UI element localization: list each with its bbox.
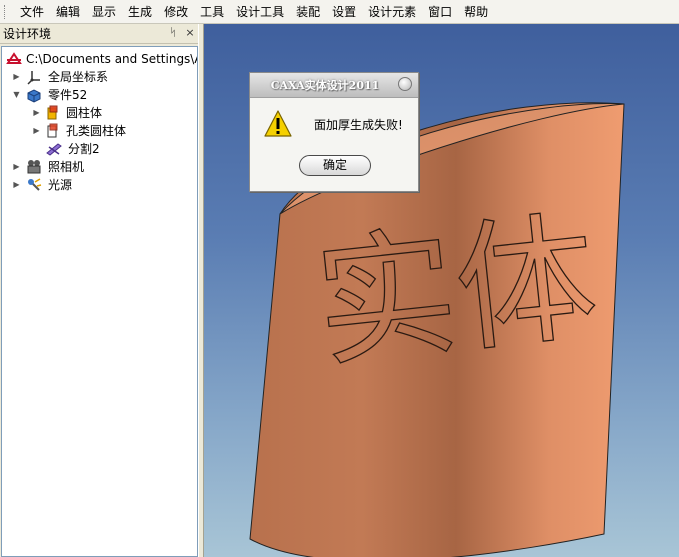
hole-cylinder-icon [47, 123, 58, 138]
panel-header: 设计环境 ᛋ × [0, 24, 201, 44]
dialog-titlebar[interactable]: CAXA实体设计2011 [250, 73, 418, 98]
tree-item-hole-cylinder[interactable]: ▶ 孔类圆柱体 [32, 122, 192, 140]
tree-label-light: 光源 [48, 178, 73, 192]
menu-bar: 文件 编辑 显示 生成 修改 工具 设计工具 装配 设置 设计元素 窗口 帮助 [0, 0, 679, 24]
panel-title: 设计环境 [3, 27, 52, 41]
design-environment-icon [6, 52, 22, 64]
tree-label-hole-cylinder: 孔类圆柱体 [66, 124, 127, 138]
menu-window[interactable]: 窗口 [422, 1, 458, 23]
menu-edit[interactable]: 编辑 [50, 1, 86, 23]
light-source-icon [28, 178, 42, 191]
dialog-close-button[interactable] [398, 77, 412, 91]
tree-item-camera[interactable]: ▶ 照相机 [12, 158, 192, 176]
menu-design-elements[interactable]: 设计元素 [362, 1, 422, 23]
menu-display[interactable]: 显示 [86, 1, 122, 23]
menu-assembly[interactable]: 装配 [290, 1, 326, 23]
menu-file[interactable]: 文件 [14, 1, 50, 23]
tree-label-cylinder: 圆柱体 [66, 106, 103, 120]
tree-item-light[interactable]: ▶ 光源 [12, 176, 192, 194]
tree-item-cylinder[interactable]: ▶ 圆柱体 [32, 104, 192, 122]
tree-label-part: 零件52 [48, 88, 88, 102]
tree-item-world-cs[interactable]: ▶ 全局坐标系 [12, 68, 192, 86]
close-icon[interactable]: × [183, 26, 197, 40]
expand-icon[interactable]: ▶ [12, 68, 21, 86]
tree-item-root[interactable]: C:\Documents and Settings\Admini [6, 50, 197, 68]
split-icon [46, 143, 62, 156]
tree-label-world-cs: 全局坐标系 [48, 70, 109, 84]
engraved-text: 实体 [309, 196, 605, 387]
menu-modify[interactable]: 修改 [158, 1, 194, 23]
camera-icon [27, 160, 41, 174]
collapse-icon[interactable]: ▼ [12, 86, 21, 104]
design-environment-panel: 设计环境 ᛋ × C:\Documents and Settings\Admin… [0, 24, 201, 557]
toolbar-grip[interactable] [4, 4, 8, 19]
expand-icon[interactable]: ▶ [12, 176, 21, 194]
menu-design-tools[interactable]: 设计工具 [230, 1, 290, 23]
tree-item-split[interactable]: 分割2 [46, 140, 186, 158]
error-dialog: CAXA实体设计2011 面加厚生成失败! 确定 [249, 72, 419, 192]
dialog-message: 面加厚生成失败! [314, 118, 403, 132]
cylinder-icon [47, 105, 58, 120]
tree-item-part[interactable]: ▼ 零件52 [12, 86, 192, 104]
tree-label-camera: 照相机 [48, 160, 85, 174]
dialog-title: CAXA实体设计2011 [270, 79, 380, 92]
menu-help[interactable]: 帮助 [458, 1, 494, 23]
menu-generate[interactable]: 生成 [122, 1, 158, 23]
tree-label-split: 分割2 [68, 142, 100, 156]
menu-settings[interactable]: 设置 [326, 1, 362, 23]
pin-icon[interactable]: ᛋ [166, 26, 180, 40]
expand-icon[interactable]: ▶ [32, 122, 41, 140]
tree-label-root: C:\Documents and Settings\Admini [26, 52, 197, 66]
coordinate-system-icon [27, 71, 40, 85]
warning-icon [264, 110, 292, 137]
design-tree: C:\Documents and Settings\Admini ▶ 全局坐标系… [1, 46, 198, 557]
part-icon [27, 89, 41, 103]
ok-button[interactable]: 确定 [299, 155, 371, 176]
menu-tools[interactable]: 工具 [194, 1, 230, 23]
expand-icon[interactable]: ▶ [12, 158, 21, 176]
expand-icon[interactable]: ▶ [32, 104, 41, 122]
